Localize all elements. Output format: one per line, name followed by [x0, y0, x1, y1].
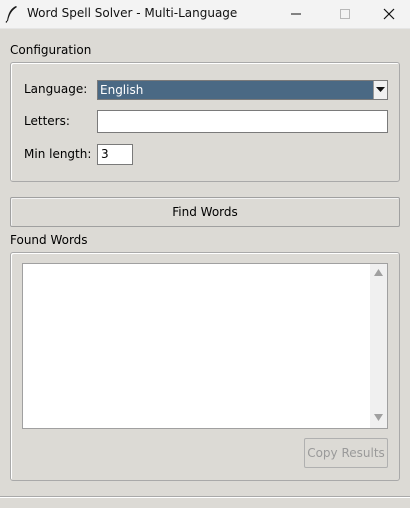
minimize-icon — [291, 13, 301, 15]
language-selected-value: English — [98, 81, 374, 99]
close-icon — [383, 8, 395, 20]
minimize-button[interactable] — [273, 0, 319, 28]
letters-input[interactable] — [97, 110, 388, 133]
min-length-label: Min length: — [24, 147, 92, 161]
language-label: Language: — [24, 82, 88, 96]
chevron-down-icon — [376, 87, 385, 92]
feather-icon — [5, 5, 19, 23]
find-words-button[interactable]: Find Words — [10, 197, 400, 227]
results-scrollbar[interactable] — [370, 264, 387, 428]
dropdown-button[interactable] — [373, 81, 387, 99]
maximize-button[interactable] — [322, 0, 368, 28]
results-text-area[interactable] — [22, 263, 388, 429]
scroll-up-icon[interactable] — [374, 269, 383, 276]
found-words-label: Found Words — [10, 233, 88, 247]
bottom-divider-highlight — [0, 497, 410, 498]
configuration-label: Configuration — [10, 43, 92, 57]
scroll-down-icon[interactable] — [374, 414, 383, 421]
title-bar: Word Spell Solver - Multi-Language — [0, 0, 410, 29]
letters-label: Letters: — [24, 114, 70, 128]
min-length-input[interactable]: 3 — [97, 144, 133, 165]
close-button[interactable] — [366, 0, 410, 28]
language-select[interactable]: English — [97, 80, 388, 100]
window-title: Word Spell Solver - Multi-Language — [27, 6, 238, 20]
maximize-icon — [340, 9, 350, 19]
copy-results-button[interactable]: Copy Results — [304, 438, 388, 468]
